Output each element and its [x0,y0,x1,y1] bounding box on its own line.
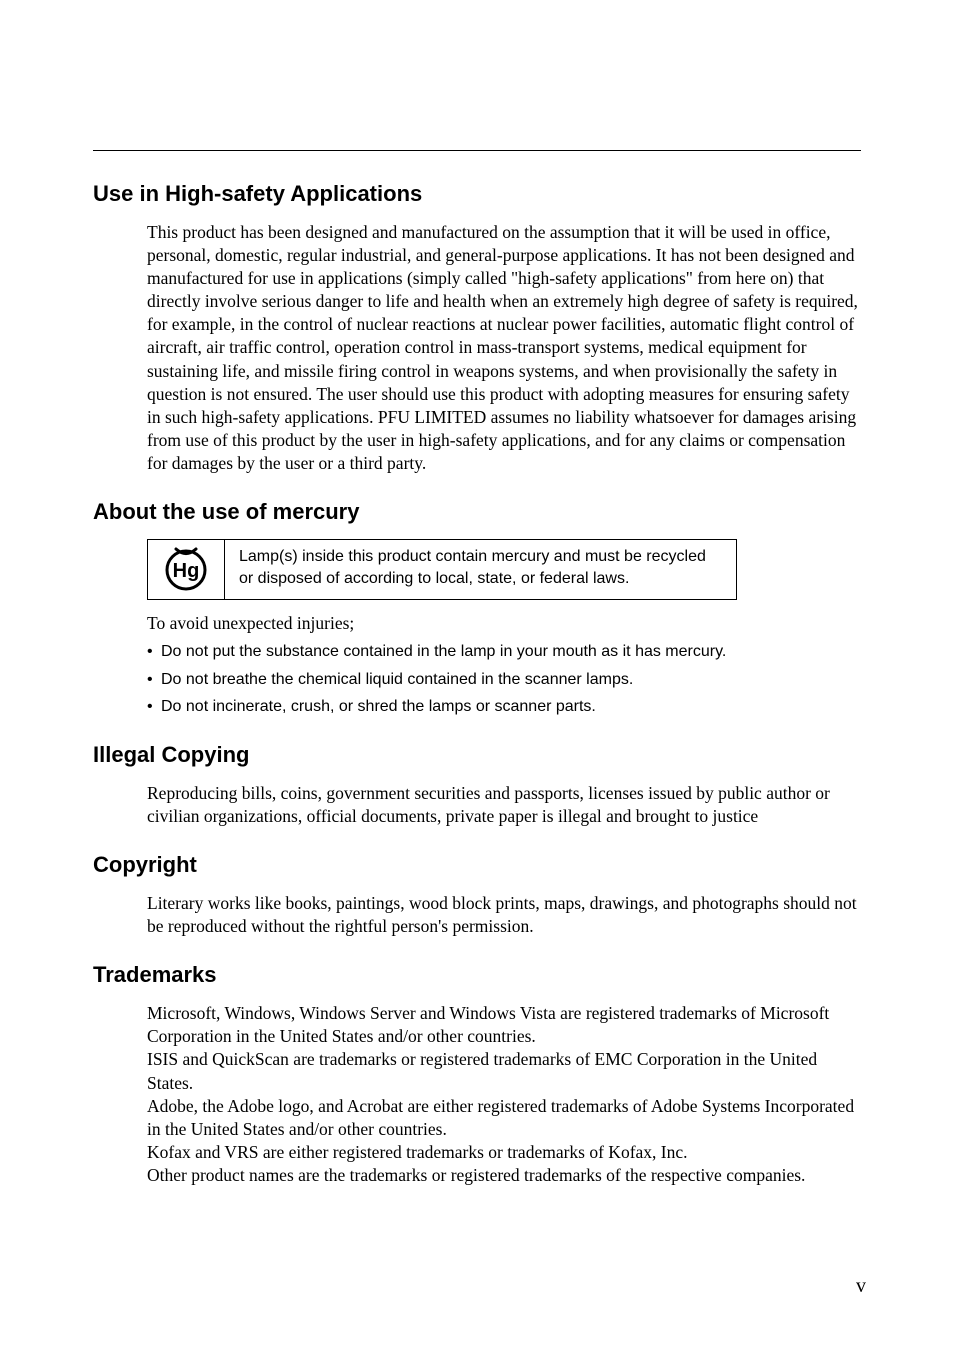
list-item: Do not incinerate, crush, or shred the l… [147,696,861,718]
paragraph: Literary works like books, paintings, wo… [147,892,861,938]
heading-mercury: About the use of mercury [93,499,861,525]
body-illegal-copying: Reproducing bills, coins, government sec… [147,782,861,828]
heading-trademarks: Trademarks [93,962,861,988]
body-high-safety: This product has been designed and manuf… [147,221,861,475]
mercury-avoid-line: To avoid unexpected injuries; [147,612,861,635]
list-item: Do not put the substance contained in th… [147,641,861,663]
paragraph: Adobe, the Adobe logo, and Acrobat are e… [147,1095,861,1141]
paragraph: Reproducing bills, coins, government sec… [147,782,861,828]
list-item: Do not breathe the chemical liquid conta… [147,669,861,691]
heading-illegal-copying: Illegal Copying [93,742,861,768]
paragraph: This product has been designed and manuf… [147,221,861,475]
horizontal-rule [93,150,861,151]
body-trademarks: Microsoft, Windows, Windows Server and W… [147,1002,861,1187]
paragraph: Other product names are the trademarks o… [147,1164,861,1187]
mercury-hg-icon: Hg [159,540,213,594]
heading-high-safety: Use in High-safety Applications [93,181,861,207]
mercury-warning-box: Hg Lamp(s) inside this product contain m… [147,539,737,600]
svg-text:Hg: Hg [173,560,200,582]
paragraph: Microsoft, Windows, Windows Server and W… [147,1002,861,1048]
paragraph: To avoid unexpected injuries; [147,612,861,635]
mercury-warning-text: Lamp(s) inside this product contain merc… [225,540,736,599]
paragraph: ISIS and QuickScan are trademarks or reg… [147,1048,861,1094]
heading-copyright: Copyright [93,852,861,878]
paragraph: Kofax and VRS are either registered trad… [147,1141,861,1164]
body-copyright: Literary works like books, paintings, wo… [147,892,861,938]
page-number: v [856,1275,866,1298]
mercury-icon-cell: Hg [148,540,225,599]
mercury-bullet-list: Do not put the substance contained in th… [147,641,861,718]
